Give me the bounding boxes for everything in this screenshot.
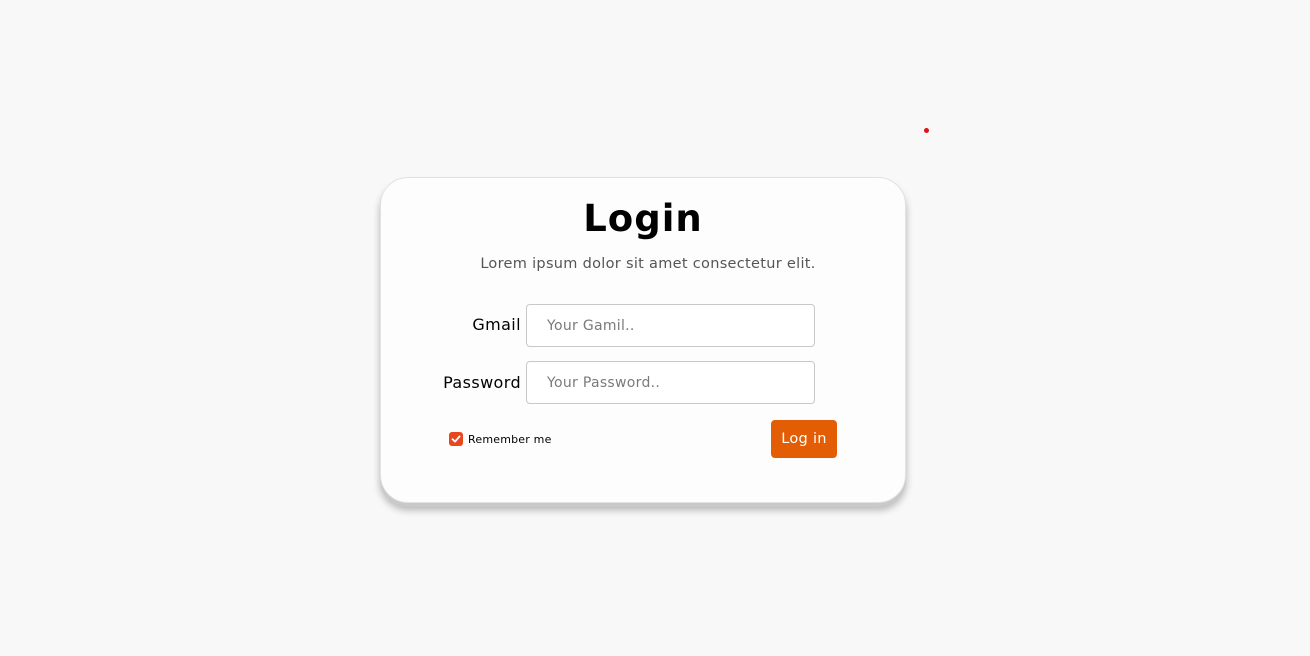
check-icon bbox=[451, 435, 461, 443]
login-page: Login Lorem ipsum dolor sit amet consect… bbox=[0, 0, 1310, 656]
gmail-label: Gmail bbox=[472, 315, 521, 334]
remember-checkbox[interactable] bbox=[449, 432, 463, 446]
subtitle: Lorem ipsum dolor sit amet consectetur e… bbox=[480, 256, 816, 272]
red-dot bbox=[924, 128, 929, 133]
gmail-input[interactable] bbox=[526, 304, 815, 347]
password-label: Password bbox=[443, 373, 521, 392]
password-input[interactable] bbox=[526, 361, 815, 404]
login-button[interactable]: Log in bbox=[771, 420, 837, 458]
remember-me[interactable]: Remember me bbox=[449, 432, 552, 446]
page-title: Login bbox=[583, 197, 703, 240]
login-card: Login Lorem ipsum dolor sit amet consect… bbox=[380, 177, 906, 503]
remember-label: Remember me bbox=[468, 432, 552, 446]
